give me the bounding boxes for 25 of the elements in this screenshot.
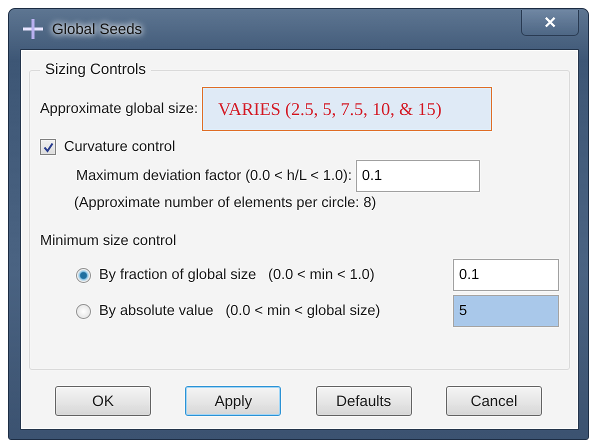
check-icon	[42, 142, 54, 152]
close-button[interactable]: ✕	[521, 10, 579, 36]
section-label: Minimum size control	[40, 233, 176, 249]
global-size-field[interactable]: VARIES (2.5, 5, 7.5, 10, & 15)	[202, 87, 492, 131]
window-title: Global Seeds	[52, 20, 142, 38]
group-title: Sizing Controls	[40, 61, 151, 78]
radio-button[interactable]	[76, 268, 91, 282]
value-input[interactable]: 5	[453, 295, 559, 327]
dialog-button[interactable]: Defaults	[316, 386, 412, 416]
note-text: (Approximate number of elements per circle: 8)	[74, 195, 376, 211]
curvature-checkbox[interactable]	[40, 139, 56, 155]
radio-label: By fraction of global size	[99, 267, 256, 283]
checkbox-label: Curvature control	[64, 139, 176, 155]
range-text: (0.0 < min < 1.0)	[268, 267, 375, 283]
deviation-input[interactable]: 0.1	[356, 160, 480, 192]
range-text: (0.0 < min < global size)	[225, 303, 380, 319]
radio-label: By absolute value	[99, 303, 214, 319]
dialog-button[interactable]: Apply	[185, 386, 282, 416]
app-icon	[22, 18, 44, 40]
field-label: Maximum deviation factor (0.0 < h/L < 1.0):	[76, 168, 352, 184]
dialog-button[interactable]: OK	[55, 386, 151, 416]
dialog-button[interactable]: Cancel	[446, 386, 542, 416]
value-input[interactable]: 0.1	[453, 259, 559, 291]
field-label: Approximate global size:	[40, 101, 198, 117]
radio-button[interactable]	[76, 304, 91, 318]
